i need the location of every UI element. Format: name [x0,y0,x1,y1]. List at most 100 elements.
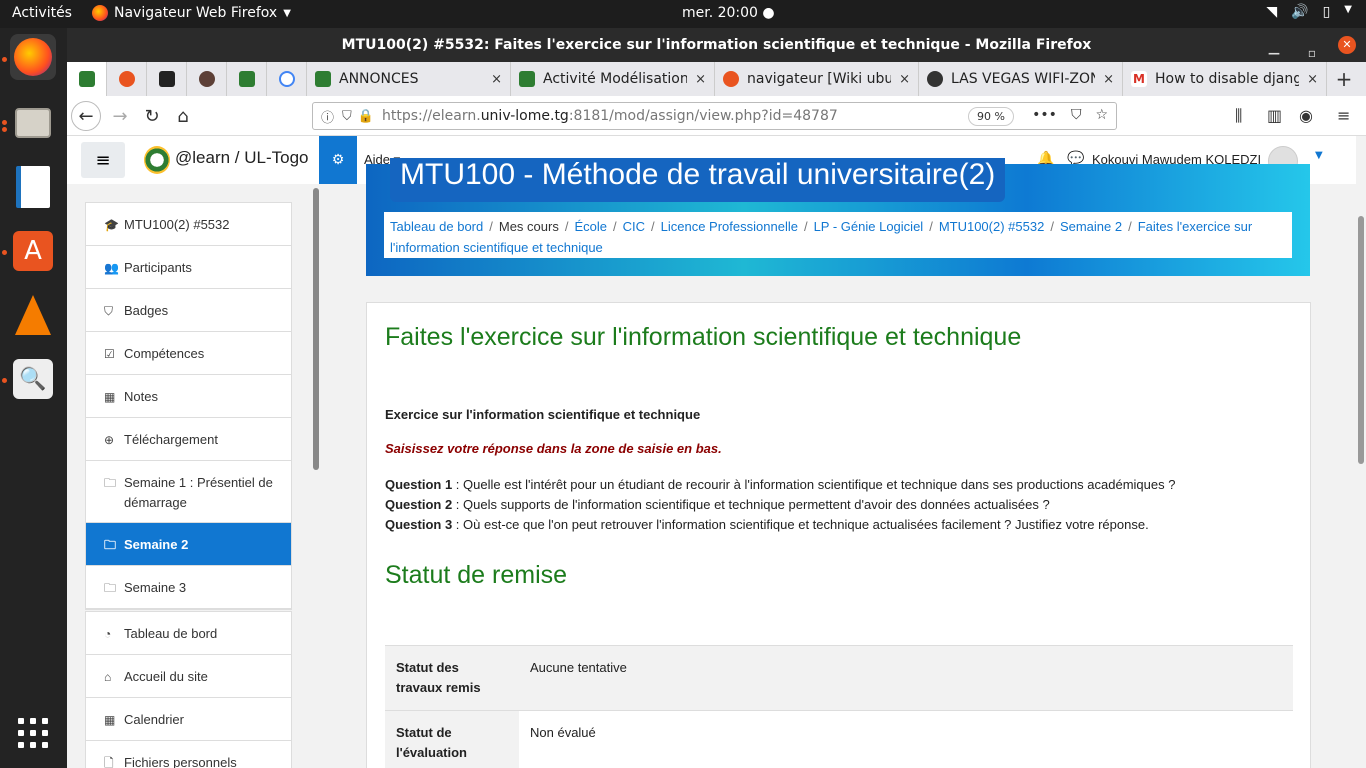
breadcrumb-item[interactable]: LP - Génie Logiciel [814,219,924,234]
ul-favicon-icon [519,71,535,87]
dock-libreoffice-impress[interactable] [10,164,56,210]
nav-label: Semaine 2 [124,537,189,552]
nav-competences[interactable]: ☑ Compétences [86,332,291,375]
scrollbar-thumb[interactable] [1358,216,1364,464]
tab-las-vegas[interactable]: LAS VEGAS WIFI-ZONE × [919,62,1123,96]
forward-button[interactable]: → [105,102,135,130]
nav-participants[interactable]: 👥 Participants [86,246,291,289]
tab-close-icon[interactable]: × [1103,72,1114,87]
running-indicator [2,250,7,255]
system-tray[interactable]: ◥ 🔊 ▯ ▼ [1266,4,1352,20]
tab-label: How to disable djang [1155,71,1300,87]
dock-firefox[interactable] [10,34,56,80]
nav-label: Compétences [124,346,205,361]
magnifier-icon: 🔍 [13,359,53,399]
clock[interactable]: mer. 20:00 ● [682,5,775,21]
dock-screenshot[interactable]: 🔍 [10,356,56,402]
breadcrumb-item[interactable]: Semaine 2 [1060,219,1122,234]
bookmark-star-icon[interactable]: ☆ [1095,107,1108,123]
nav-site-home[interactable]: ⌂ Accueil du site [86,655,291,698]
main-region: MTU100 - Méthode de travail universitair… [321,158,1356,768]
activities-button[interactable]: Activités [12,5,72,21]
pinned-tab-google[interactable] [267,62,307,96]
account-icon[interactable]: ◉ [1299,106,1313,125]
library-icon[interactable]: ⫼ [1235,106,1242,126]
url-bar[interactable]: ⓘ ⛉ 🔒 https://elearn.univ-lome.tg:8181/m… [312,102,1117,130]
firefox-icon [14,38,52,76]
shield-icon[interactable]: ⛉ [342,109,352,124]
tab-bar: ANNONCES × Activité Modélisation × navig… [67,62,1366,96]
tab-close-icon[interactable]: × [491,72,502,87]
dock-vlc[interactable] [10,292,56,338]
assignment-card: Faites l'exercice sur l'information scie… [366,302,1311,768]
tab-gmail[interactable]: M How to disable djang × [1123,62,1327,96]
page-actions-icon[interactable]: ••• [1032,107,1057,123]
status-label: Statut des travaux remis [385,645,519,711]
show-applications-icon[interactable] [18,718,48,748]
check-square-icon: ☑ [104,347,115,361]
sidebar-icon[interactable]: ▥ [1267,106,1282,125]
tab-close-icon[interactable]: × [899,72,910,87]
back-button[interactable]: ← [71,101,101,131]
files-icon [15,108,51,138]
pinned-tab-ul[interactable] [227,62,267,96]
breadcrumb-item[interactable]: École [574,219,607,234]
table-row: Statut de l'évaluation Non évalué [385,710,1293,768]
dock-files[interactable] [10,100,56,146]
reload-button[interactable]: ↻ [137,102,167,130]
home-button[interactable]: ⌂ [168,102,198,130]
nav-badges[interactable]: ⛉ Badges [86,289,291,332]
url-text[interactable]: https://elearn.univ-lome.tg:8181/mod/ass… [382,108,838,124]
drawer-scrollbar[interactable] [313,188,319,470]
vlc-icon [15,295,51,335]
pinned-tab-elearn[interactable] [67,62,107,96]
ul-logo[interactable] [144,146,170,174]
nav-label: Calendrier [124,712,184,727]
drawer-toggle-button[interactable]: ≡ [81,142,125,178]
menu-icon[interactable]: ≡ [1337,106,1350,125]
tab-close-icon[interactable]: × [695,72,706,87]
pinned-tab-dark[interactable] [147,62,187,96]
nav-course-home[interactable]: 🎓 MTU100(2) #5532 [86,203,291,246]
tab-close-icon[interactable]: × [1307,72,1318,87]
breadcrumb-item[interactable]: MTU100(2) #5532 [939,219,1045,234]
window-title: MTU100(2) #5532: Faites l'exercice sur l… [341,37,1092,53]
nav-semaine-1[interactable]: 🗀 Semaine 1 : Présentiel de démarrage [86,461,291,523]
dashboard-icon: ◔ [104,627,112,641]
nav-semaine-2[interactable]: 🗀 Semaine 2 [86,523,291,566]
ul-favicon-icon [78,71,95,87]
site-brand[interactable]: @learn / UL-Togo [175,148,309,168]
nav-semaine-3[interactable]: 🗀 Semaine 3 [86,566,291,609]
lock-icon[interactable]: 🔒 [358,109,374,124]
tab-wiki-ubuntu[interactable]: navigateur [Wiki ubun × [715,62,919,96]
nav-calendar[interactable]: ▦ Calendrier [86,698,291,741]
pinned-tab-ubuntu[interactable] [107,62,147,96]
tab-annonces[interactable]: ANNONCES × [307,62,511,96]
zoom-indicator[interactable]: 90 % [968,107,1014,126]
nav-drawer: 🎓 MTU100(2) #5532 👥 Participants ⛉ Badges ☑… [67,184,321,768]
new-tab-button[interactable]: + [1327,62,1361,96]
user-menu-caret-icon[interactable]: ▼ [1315,150,1323,161]
nav-download[interactable]: ⊕ Téléchargement [86,418,291,461]
page-scrollbar[interactable] [1356,136,1366,768]
volume-icon: 🔊 [1291,4,1309,20]
nav-dashboard[interactable]: ◔ Tableau de bord [86,612,291,655]
tab-activite[interactable]: Activité Modélisation × [511,62,715,96]
pocket-icon[interactable]: ⛉ [1071,107,1082,123]
nav-notes[interactable]: ▦ Notes [86,375,291,418]
shield-icon: ⛉ [104,304,114,318]
question-3: Question 3 : Où est-ce que l'on peut ret… [385,517,1149,532]
home-icon: ⌂ [104,670,112,684]
breadcrumb-item[interactable]: Licence Professionnelle [661,219,798,234]
breadcrumb-item[interactable]: Tableau de bord [390,219,483,234]
close-window-icon[interactable]: ✕ [1338,36,1356,54]
pinned-tab-owl[interactable] [187,62,227,96]
app-menu[interactable]: Navigateur Web Firefox ▼ [92,5,291,21]
graduation-cap-icon: 🎓 [104,218,119,232]
info-icon[interactable]: ⓘ [321,107,334,126]
system-top-bar: Activités Navigateur Web Firefox ▼ mer. … [0,0,1366,28]
breadcrumb-item[interactable]: CIC [623,219,645,234]
settings-gear-icon[interactable]: ⚙ [319,136,357,184]
dock-software[interactable]: A [10,228,56,274]
nav-private-files[interactable]: 🗋 Fichiers personnels [86,741,291,768]
